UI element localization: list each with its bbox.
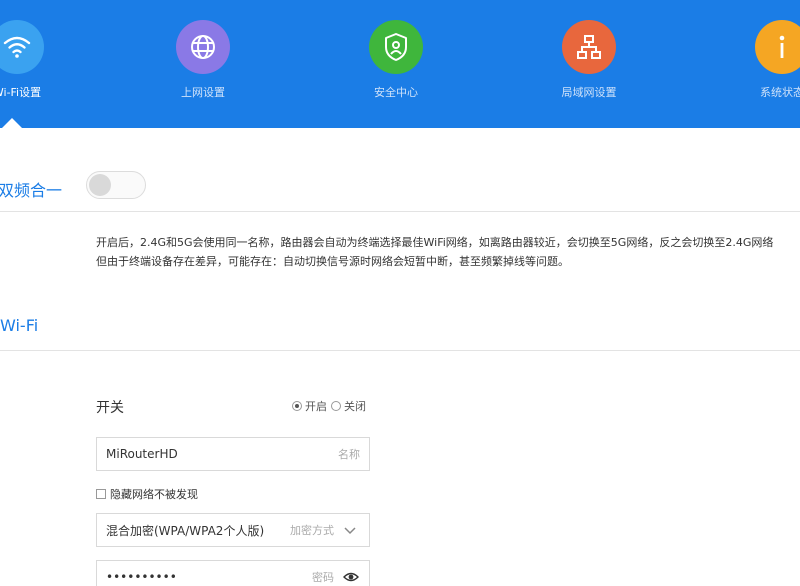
description-line-2: 但由于终端设备存在差异，可能存在：自动切换信号源时网络会短暂中断，甚至频繁掉线等… [96, 255, 569, 268]
wifi-section-title: Wi-Fi [0, 316, 39, 335]
top-navigation: Wi-Fi设置 上网设置 安全中心 [0, 0, 800, 128]
nav-label-internet: 上网设置 [181, 86, 225, 99]
password-value: •••••••••• [106, 570, 177, 584]
toggle-knob [89, 174, 111, 196]
wifi-name-hint: 名称 [338, 448, 360, 461]
encryption-hint: 加密方式 [290, 524, 334, 537]
password-input[interactable]: •••••••••• 密码 [96, 560, 370, 586]
nav-label-security: 安全中心 [374, 86, 418, 99]
divider [0, 350, 800, 351]
nav-item-security-center[interactable]: 安全中心 [336, 0, 456, 128]
active-tab-pointer [2, 118, 22, 128]
wifi-name-value: MiRouterHD [106, 447, 178, 461]
encryption-value: 混合加密(WPA/WPA2个人版) [106, 523, 265, 538]
dual-band-title: 双频合一 [0, 181, 63, 200]
nav-item-system-status[interactable]: 系统状态 [722, 0, 800, 128]
hide-network-checkbox[interactable] [96, 489, 106, 499]
radio-off[interactable] [331, 401, 341, 411]
chevron-down-icon [344, 527, 356, 535]
wifi-switch-radio-group: 开启 关闭 [292, 398, 370, 414]
radio-off-label[interactable]: 关闭 [344, 398, 366, 414]
radio-on[interactable] [292, 401, 302, 411]
nav-label-wifi: Wi-Fi设置 [0, 86, 42, 99]
hide-network-label: 隐藏网络不被发现 [110, 488, 198, 501]
wifi-icon [0, 20, 44, 74]
eye-icon[interactable] [343, 571, 359, 583]
wifi-name-input[interactable]: MiRouterHD 名称 [96, 437, 370, 471]
dual-band-toggle[interactable] [86, 171, 146, 199]
wifi-switch-label: 开关 [96, 400, 124, 416]
nav-item-lan-settings[interactable]: 局域网设置 [529, 0, 649, 128]
shield-icon [369, 20, 423, 74]
radio-on-label[interactable]: 开启 [305, 398, 327, 414]
description-line-1: 开启后，2.4G和5G会使用同一名称，路由器会自动为终端选择最佳WiFi网络，如… [96, 236, 774, 249]
hide-network-option[interactable]: 隐藏网络不被发现 [96, 486, 198, 502]
nav-label-lan: 局域网设置 [561, 86, 617, 99]
globe-icon [176, 20, 230, 74]
divider [0, 211, 800, 212]
dual-band-description: 开启后，2.4G和5G会使用同一名称，路由器会自动为终端选择最佳WiFi网络，如… [96, 233, 800, 271]
nav-item-wifi-settings[interactable]: Wi-Fi设置 [0, 0, 77, 128]
lan-icon [562, 20, 616, 74]
encryption-select[interactable]: 混合加密(WPA/WPA2个人版) 加密方式 [96, 513, 370, 547]
password-hint: 密码 [312, 571, 334, 584]
nav-item-internet-settings[interactable]: 上网设置 [143, 0, 263, 128]
info-icon [755, 20, 800, 74]
nav-label-status: 系统状态 [760, 86, 800, 99]
